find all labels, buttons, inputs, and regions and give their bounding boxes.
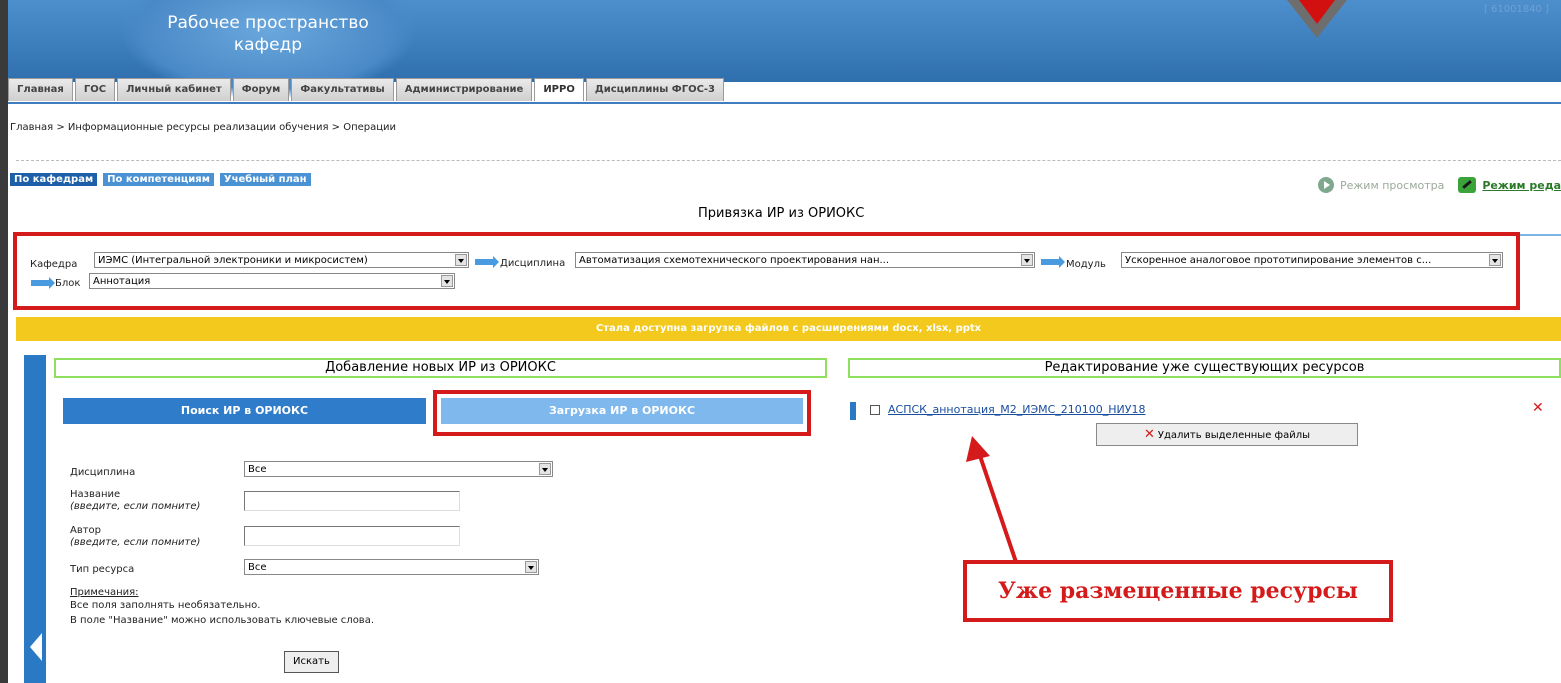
delete-selected-button[interactable]: ✕ Удалить выделенные файлы [1096,423,1358,446]
note-2: В поле "Название" можно использовать клю… [70,615,375,626]
main-tabs: Главная ГОС Личный кабинет Форум Факульт… [8,78,725,102]
add-resources-header: Добавление новых ИР из ОРИОКС [54,358,827,378]
discipline-label: Дисциплина [500,258,566,269]
search-tab-button[interactable]: Поиск ИР в ОРИОКС [63,398,426,424]
delete-x-icon: ✕ [1144,427,1155,442]
form-type-select[interactable]: Все [244,559,539,575]
delete-icon[interactable]: ✕ [1532,400,1544,416]
note-1: Все поля заполнять необязательно. [70,600,261,611]
module-label: Модуль [1066,259,1106,270]
form-type-value: Все [248,562,267,573]
mode-switch: Режим просмотра Режим реда [1317,177,1561,193]
annotation-text: Уже размещенные ресурсы [998,578,1358,604]
chevron-down-icon[interactable] [441,275,453,287]
kafedra-label: Кафедра [30,259,78,270]
filter-tab-competence[interactable]: По компетенциям [103,173,214,186]
chevron-down-icon[interactable] [455,254,467,266]
filter-highlight-box [13,232,1520,310]
form-author-hint: (введите, если помните) [70,537,201,548]
filter-tabs: По кафедрам По компетенциям Учебный план [10,173,311,186]
browser-page: Рабочее пространство кафедр [ 61001840 ]… [8,0,1561,683]
module-select[interactable]: Ускоренное аналоговое прототипирование э… [1121,252,1503,268]
kafedra-select-value: ИЭМС (Интегральной электроники и микроси… [98,255,368,266]
form-discipline-value: Все [248,464,267,475]
block-select[interactable]: Аннотация [89,273,455,289]
resource-checkbox[interactable] [870,405,880,415]
breadcrumb[interactable]: Главная > Информационные ресурсы реализа… [10,122,396,133]
edit-mode-link[interactable]: Режим реда [1482,179,1561,192]
tab-cabinet[interactable]: Личный кабинет [117,78,231,101]
edit-resources-header: Редактирование уже существующих ресурсов [848,358,1561,378]
dashed-divider [16,160,1561,161]
triangle-red-decoration [1299,0,1335,24]
delete-selected-label: Удалить выделенные файлы [1157,430,1310,441]
tabbar-divider [8,102,1561,104]
form-type-label: Тип ресурса [70,564,135,575]
tab-irro[interactable]: ИРРО [534,78,584,101]
tab-gos[interactable]: ГОС [74,78,116,101]
site-title: Рабочее пространство кафедр [153,12,383,56]
form-discipline-select[interactable]: Все [244,461,553,477]
block-select-value: Аннотация [93,276,151,287]
edit-icon[interactable] [1458,177,1477,193]
notes-title: Примечания: [70,587,139,598]
search-button[interactable]: Искать [284,651,339,673]
tab-electives[interactable]: Факультативы [291,78,394,101]
play-icon[interactable] [1317,177,1334,193]
add-resources-title: Добавление новых ИР из ОРИОКС [325,360,556,375]
tab-forum[interactable]: Форум [232,78,290,101]
upload-highlight-box [433,390,811,436]
tab-fgos3[interactable]: Дисциплины ФГОС-3 [585,78,725,101]
chevron-down-icon[interactable] [1489,254,1501,266]
filter-tab-curriculum[interactable]: Учебный план [219,173,311,186]
resource-link[interactable]: АСПСК_аннотация_М2_ИЭМС_210100_НИУ18 [888,403,1146,416]
form-name-hint: (введите, если помните) [70,501,201,512]
site-title-line1: Рабочее пространство [167,13,369,33]
chevron-down-icon[interactable] [525,561,537,573]
arrow-right-icon [31,277,55,289]
block-label: Блок [55,278,81,289]
resource-marker [850,402,856,420]
form-author-label: Автор [70,525,102,536]
filter-tab-kafedra[interactable]: По кафедрам [10,173,98,186]
form-discipline-label: Дисциплина [70,467,136,478]
name-input[interactable] [244,491,460,511]
notice-banner: Стала доступна загрузка файлов с расшире… [16,317,1561,341]
annotation-box: Уже размещенные ресурсы [963,560,1393,622]
author-input[interactable] [244,526,460,546]
user-id[interactable]: [ 61001840 ] [1484,4,1549,15]
slide-frame-left [0,0,8,683]
page-title: Привязка ИР из ОРИОКС [698,206,865,221]
chevron-down-icon[interactable] [1021,254,1033,266]
discipline-select[interactable]: Автоматизация схемотехнического проектир… [575,252,1035,268]
arrow-left-icon[interactable] [30,633,42,661]
module-select-value: Ускоренное аналоговое прототипирование э… [1125,255,1432,266]
discipline-select-value: Автоматизация схемотехнического проектир… [579,255,890,266]
tab-home[interactable]: Главная [8,78,73,101]
arrow-right-icon [1041,256,1065,268]
tab-admin[interactable]: Администрирование [395,78,533,101]
site-title-line2: кафедр [233,35,303,55]
kafedra-select[interactable]: ИЭМС (Интегральной электроники и микроси… [94,252,469,268]
edit-resources-title: Редактирование уже существующих ресурсов [1044,360,1365,375]
chevron-down-icon[interactable] [539,463,551,475]
view-mode-link[interactable]: Режим просмотра [1340,179,1444,192]
arrow-right-icon [475,256,499,268]
form-name-label: Название [70,489,121,500]
